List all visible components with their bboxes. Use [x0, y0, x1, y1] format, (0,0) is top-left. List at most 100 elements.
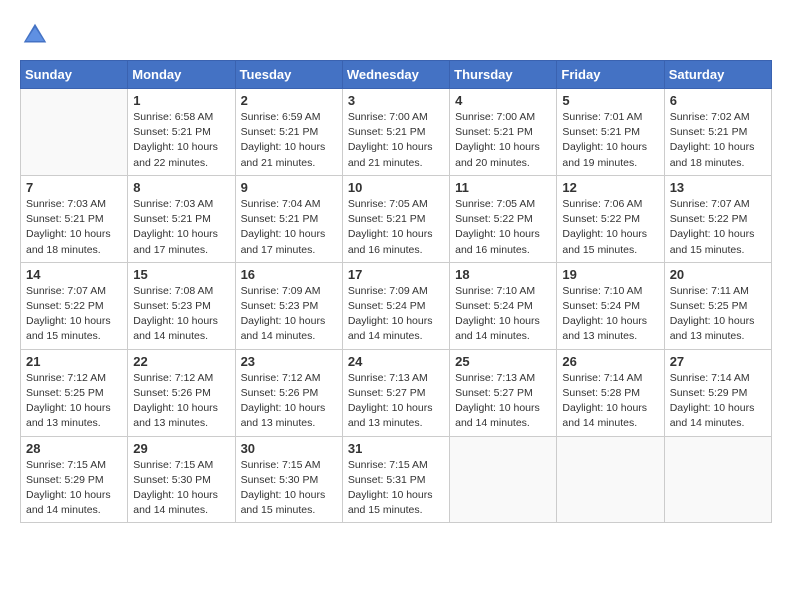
day-info: Sunrise: 7:06 AMSunset: 5:22 PMDaylight:… [562, 197, 658, 258]
calendar-cell: 24 Sunrise: 7:13 AMSunset: 5:27 PMDayligh… [342, 349, 449, 436]
day-number: 14 [26, 267, 122, 282]
day-number: 5 [562, 93, 658, 108]
calendar-cell [557, 436, 664, 523]
day-number: 3 [348, 93, 444, 108]
day-info: Sunrise: 7:10 AMSunset: 5:24 PMDaylight:… [455, 284, 551, 345]
day-info: Sunrise: 7:07 AMSunset: 5:22 PMDaylight:… [26, 284, 122, 345]
calendar-cell: 22 Sunrise: 7:12 AMSunset: 5:26 PMDayligh… [128, 349, 235, 436]
day-number: 6 [670, 93, 766, 108]
day-info: Sunrise: 7:10 AMSunset: 5:24 PMDaylight:… [562, 284, 658, 345]
day-number: 12 [562, 180, 658, 195]
day-number: 31 [348, 441, 444, 456]
day-info: Sunrise: 6:59 AMSunset: 5:21 PMDaylight:… [241, 110, 337, 171]
day-number: 7 [26, 180, 122, 195]
calendar-cell: 28 Sunrise: 7:15 AMSunset: 5:29 PMDayligh… [21, 436, 128, 523]
day-info: Sunrise: 7:09 AMSunset: 5:23 PMDaylight:… [241, 284, 337, 345]
calendar-cell: 5 Sunrise: 7:01 AMSunset: 5:21 PMDaylight… [557, 89, 664, 176]
day-number: 30 [241, 441, 337, 456]
day-number: 23 [241, 354, 337, 369]
calendar-cell: 26 Sunrise: 7:14 AMSunset: 5:28 PMDayligh… [557, 349, 664, 436]
calendar-cell: 14 Sunrise: 7:07 AMSunset: 5:22 PMDayligh… [21, 262, 128, 349]
day-info: Sunrise: 7:00 AMSunset: 5:21 PMDaylight:… [348, 110, 444, 171]
day-number: 21 [26, 354, 122, 369]
calendar-cell: 9 Sunrise: 7:04 AMSunset: 5:21 PMDaylight… [235, 175, 342, 262]
day-number: 11 [455, 180, 551, 195]
day-info: Sunrise: 7:13 AMSunset: 5:27 PMDaylight:… [455, 371, 551, 432]
day-number: 26 [562, 354, 658, 369]
day-number: 16 [241, 267, 337, 282]
day-of-week-header: Monday [128, 61, 235, 89]
calendar-cell: 11 Sunrise: 7:05 AMSunset: 5:22 PMDayligh… [450, 175, 557, 262]
day-info: Sunrise: 7:12 AMSunset: 5:25 PMDaylight:… [26, 371, 122, 432]
day-number: 18 [455, 267, 551, 282]
calendar-cell: 13Sunrise: 7:07 AMSunset: 5:22 PMDayligh… [664, 175, 771, 262]
day-info: Sunrise: 7:01 AMSunset: 5:21 PMDaylight:… [562, 110, 658, 171]
calendar-cell [21, 89, 128, 176]
day-number: 1 [133, 93, 229, 108]
logo [20, 20, 54, 50]
day-of-week-header: Saturday [664, 61, 771, 89]
day-info: Sunrise: 7:11 AMSunset: 5:25 PMDaylight:… [670, 284, 766, 345]
calendar-cell: 30 Sunrise: 7:15 AMSunset: 5:30 PMDayligh… [235, 436, 342, 523]
day-info: Sunrise: 7:15 AMSunset: 5:29 PMDaylight:… [26, 458, 122, 519]
day-of-week-header: Tuesday [235, 61, 342, 89]
day-number: 24 [348, 354, 444, 369]
day-number: 20 [670, 267, 766, 282]
day-info: Sunrise: 7:12 AMSunset: 5:26 PMDaylight:… [133, 371, 229, 432]
day-info: Sunrise: 7:02 AMSunset: 5:21 PMDaylight:… [670, 110, 766, 171]
calendar-cell: 6 Sunrise: 7:02 AMSunset: 5:21 PMDaylight… [664, 89, 771, 176]
calendar-cell: 29 Sunrise: 7:15 AMSunset: 5:30 PMDayligh… [128, 436, 235, 523]
day-number: 29 [133, 441, 229, 456]
day-info: Sunrise: 6:58 AMSunset: 5:21 PMDaylight:… [133, 110, 229, 171]
day-info: Sunrise: 7:13 AMSunset: 5:27 PMDaylight:… [348, 371, 444, 432]
day-number: 15 [133, 267, 229, 282]
calendar-cell: 25Sunrise: 7:13 AMSunset: 5:27 PMDayligh… [450, 349, 557, 436]
day-number: 2 [241, 93, 337, 108]
day-of-week-header: Wednesday [342, 61, 449, 89]
day-of-week-header: Friday [557, 61, 664, 89]
day-number: 17 [348, 267, 444, 282]
day-info: Sunrise: 7:08 AMSunset: 5:23 PMDaylight:… [133, 284, 229, 345]
day-info: Sunrise: 7:15 AMSunset: 5:31 PMDaylight:… [348, 458, 444, 519]
day-number: 13 [670, 180, 766, 195]
day-info: Sunrise: 7:14 AMSunset: 5:28 PMDaylight:… [562, 371, 658, 432]
calendar-cell: 16 Sunrise: 7:09 AMSunset: 5:23 PMDayligh… [235, 262, 342, 349]
calendar-cell: 20 Sunrise: 7:11 AMSunset: 5:25 PMDayligh… [664, 262, 771, 349]
calendar-cell [450, 436, 557, 523]
calendar-cell: 10 Sunrise: 7:05 AMSunset: 5:21 PMDayligh… [342, 175, 449, 262]
calendar-cell: 12 Sunrise: 7:06 AMSunset: 5:22 PMDayligh… [557, 175, 664, 262]
day-number: 10 [348, 180, 444, 195]
day-number: 8 [133, 180, 229, 195]
day-info: Sunrise: 7:15 AMSunset: 5:30 PMDaylight:… [241, 458, 337, 519]
day-info: Sunrise: 7:04 AMSunset: 5:21 PMDaylight:… [241, 197, 337, 258]
calendar-cell: 4 Sunrise: 7:00 AMSunset: 5:21 PMDaylight… [450, 89, 557, 176]
calendar-table: SundayMondayTuesdayWednesdayThursdayFrid… [20, 60, 772, 523]
day-of-week-header: Thursday [450, 61, 557, 89]
day-number: 22 [133, 354, 229, 369]
logo-icon [20, 20, 50, 50]
calendar-cell: 2 Sunrise: 6:59 AMSunset: 5:21 PMDaylight… [235, 89, 342, 176]
day-number: 4 [455, 93, 551, 108]
day-number: 27 [670, 354, 766, 369]
calendar-cell: 15 Sunrise: 7:08 AMSunset: 5:23 PMDayligh… [128, 262, 235, 349]
calendar-cell: 27Sunrise: 7:14 AMSunset: 5:29 PMDayligh… [664, 349, 771, 436]
day-info: Sunrise: 7:09 AMSunset: 5:24 PMDaylight:… [348, 284, 444, 345]
calendar-cell: 19Sunrise: 7:10 AMSunset: 5:24 PMDayligh… [557, 262, 664, 349]
day-number: 28 [26, 441, 122, 456]
calendar-cell: 17 Sunrise: 7:09 AMSunset: 5:24 PMDayligh… [342, 262, 449, 349]
calendar-cell: 3 Sunrise: 7:00 AMSunset: 5:21 PMDaylight… [342, 89, 449, 176]
page-header [20, 20, 772, 50]
day-number: 9 [241, 180, 337, 195]
calendar-cell: 23 Sunrise: 7:12 AMSunset: 5:26 PMDayligh… [235, 349, 342, 436]
calendar-cell: 1 Sunrise: 6:58 AMSunset: 5:21 PMDaylight… [128, 89, 235, 176]
calendar-cell: 18 Sunrise: 7:10 AMSunset: 5:24 PMDayligh… [450, 262, 557, 349]
day-info: Sunrise: 7:05 AMSunset: 5:21 PMDaylight:… [348, 197, 444, 258]
day-info: Sunrise: 7:15 AMSunset: 5:30 PMDaylight:… [133, 458, 229, 519]
calendar-cell: 31 Sunrise: 7:15 AMSunset: 5:31 PMDayligh… [342, 436, 449, 523]
day-of-week-header: Sunday [21, 61, 128, 89]
calendar-cell: 21 Sunrise: 7:12 AMSunset: 5:25 PMDayligh… [21, 349, 128, 436]
day-info: Sunrise: 7:12 AMSunset: 5:26 PMDaylight:… [241, 371, 337, 432]
calendar-cell: 7Sunrise: 7:03 AMSunset: 5:21 PMDaylight… [21, 175, 128, 262]
day-info: Sunrise: 7:05 AMSunset: 5:22 PMDaylight:… [455, 197, 551, 258]
day-info: Sunrise: 7:00 AMSunset: 5:21 PMDaylight:… [455, 110, 551, 171]
